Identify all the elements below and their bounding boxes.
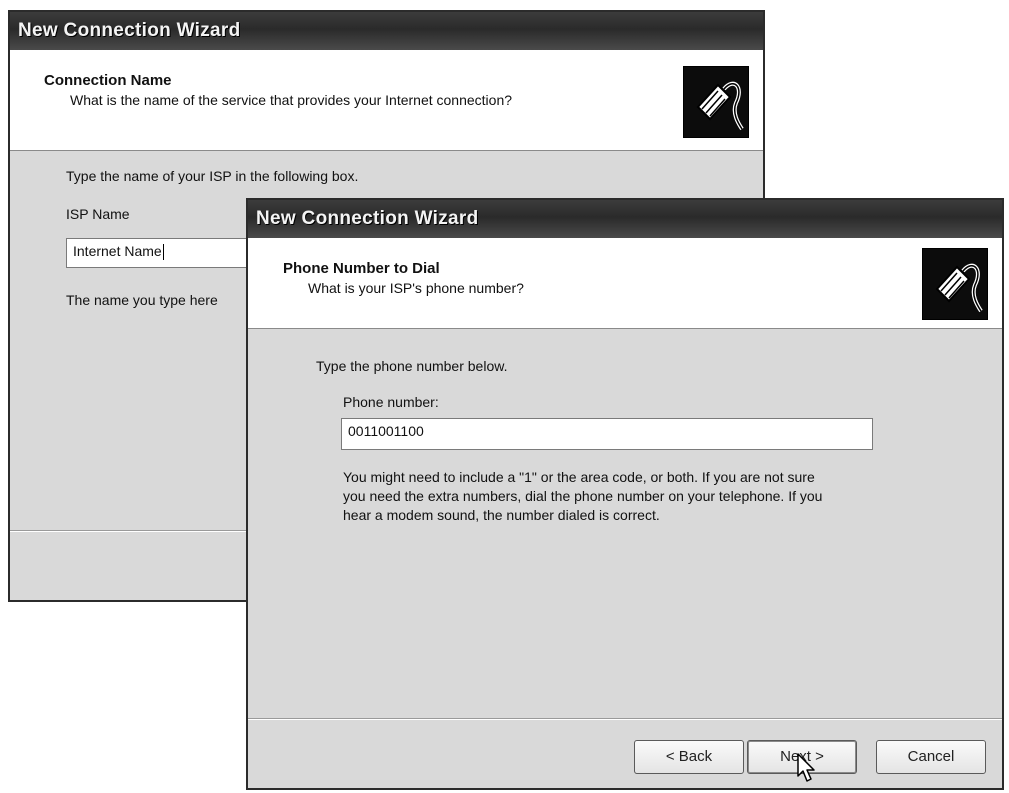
isp-name-label: ISP Name	[66, 206, 130, 222]
isp-name-input[interactable]: Internet Name	[66, 238, 256, 268]
cancel-button[interactable]: Cancel	[876, 740, 986, 774]
text-caret	[162, 244, 164, 261]
help-line-1: You might need to include a "1" or the a…	[343, 469, 815, 485]
front-window-titlebar[interactable]: New Connection Wizard	[248, 200, 1002, 238]
back-hint-text: The name you type here	[66, 292, 218, 308]
help-line-2: you need the extra numbers, dial the pho…	[343, 488, 823, 504]
front-instruction: Type the phone number below.	[316, 358, 508, 374]
front-header-subtitle: What is your ISP's phone number?	[308, 280, 524, 296]
front-wizard-window: New Connection Wizard Phone Number to Di…	[246, 198, 1004, 790]
back-window-titlebar[interactable]: New Connection Wizard	[10, 12, 763, 50]
front-window-divider	[248, 718, 1002, 720]
front-header-title: Phone Number to Dial	[283, 260, 440, 277]
front-window-header: Phone Number to Dial What is your ISP's …	[248, 238, 1002, 329]
network-cable-icon-svg	[696, 81, 744, 131]
mouse-pointer-icon	[797, 753, 815, 782]
phone-help-text: You might need to include a "1" or the a…	[343, 468, 822, 525]
back-header-subtitle: What is the name of the service that pro…	[70, 92, 513, 108]
back-header-title: Connection Name	[44, 72, 172, 89]
network-cable-icon	[922, 248, 988, 320]
help-line-3: hear a modem sound, the number dialed is…	[343, 507, 660, 523]
phone-number-value: 0011001100	[348, 423, 424, 439]
network-cable-icon-svg	[935, 263, 983, 313]
back-instruction: Type the name of your ISP in the followi…	[66, 168, 359, 184]
back-button[interactable]: < Back	[634, 740, 744, 774]
network-cable-icon	[683, 66, 749, 138]
isp-name-value: Internet Name	[73, 243, 162, 259]
phone-number-input[interactable]: 0011001100	[341, 418, 873, 450]
back-window-header: Connection Name What is the name of the …	[10, 50, 763, 151]
phone-number-label: Phone number:	[343, 394, 439, 410]
